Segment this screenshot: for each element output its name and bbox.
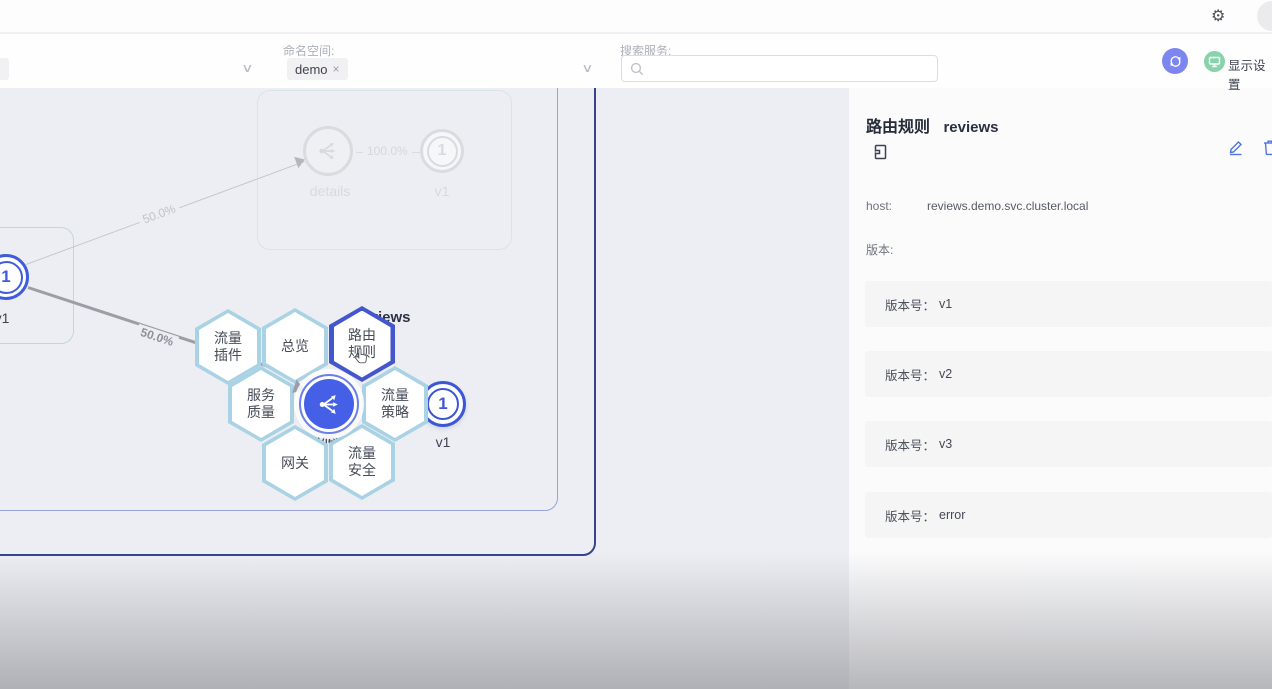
host-row: host: reviews.demo.svc.cluster.local — [866, 199, 892, 213]
traffic-split-icon — [316, 139, 340, 163]
edit-pencil-icon[interactable] — [1227, 139, 1244, 156]
namespace-label: 命名空间: — [283, 42, 334, 59]
service-graph-canvas[interactable]: 100.0% 1 details v1 50.0% 50.0% 1 v1 — [0, 88, 849, 689]
node-label-details: details — [295, 183, 365, 199]
version-badge: 1 — [427, 136, 458, 167]
panel-title-text: 路由规则 — [866, 119, 930, 136]
traffic-split-icon — [316, 391, 343, 418]
version-field-label: 版本号： — [885, 506, 935, 525]
routing-rules-panel: 路由规则 reviews host: reviews.demo.svc.clus… — [849, 88, 1272, 689]
cut-filter-chip[interactable]: × — [0, 58, 9, 80]
version-badge: 1 — [427, 388, 459, 420]
search-icon — [630, 62, 644, 76]
version-field-label: 版本号： — [885, 365, 935, 384]
search-box[interactable] — [621, 55, 938, 82]
version-card[interactable]: 版本号： error — [865, 492, 1272, 538]
panel-title: 路由规则 reviews — [866, 113, 999, 137]
reviews-service-node[interactable] — [299, 374, 359, 434]
version-card[interactable]: 版本号： v3 — [865, 421, 1272, 467]
refresh-icon — [1168, 54, 1183, 69]
versions-label: 版本: — [866, 241, 893, 258]
namespace-chip-text: demo — [295, 62, 328, 77]
details-group-box — [257, 90, 512, 250]
chevron-down-icon[interactable]: ∨ — [581, 61, 593, 75]
details-v1-node[interactable]: 1 — [420, 129, 464, 173]
namespace-chip-demo[interactable]: demo × — [287, 58, 348, 80]
host-value: reviews.demo.svc.cluster.local — [927, 199, 1088, 213]
refresh-button[interactable] — [1162, 48, 1188, 74]
version-value: v3 — [939, 437, 952, 451]
gear-icon[interactable]: ⚙ — [1211, 6, 1225, 26]
menu-item-label: 流量 插件 — [214, 330, 242, 364]
yaml-file-icon[interactable] — [872, 143, 889, 161]
edge-label: 100.0% — [363, 144, 412, 158]
delete-trash-icon[interactable] — [1262, 139, 1272, 156]
version-badge: 1 — [0, 261, 23, 294]
node-label-v1: v1 — [0, 310, 22, 326]
display-settings-button[interactable] — [1204, 51, 1225, 72]
version-value: v2 — [939, 367, 952, 381]
display-settings-label[interactable]: 显示设置 — [1228, 55, 1272, 93]
version-card[interactable]: 版本号： v1 — [865, 281, 1272, 327]
menu-item-label: 总览 — [281, 338, 309, 355]
version-value: error — [939, 508, 965, 522]
version-field-label: 版本号： — [885, 435, 935, 454]
search-input[interactable] — [650, 60, 937, 77]
hand-cursor-icon — [352, 346, 371, 367]
corner-avatar-circle — [1257, 1, 1272, 31]
panel-title-service: reviews — [943, 119, 998, 136]
service-node-circle — [304, 379, 354, 429]
menu-item-label: 流量 策略 — [381, 387, 409, 421]
menu-item-label: 服务 质量 — [247, 387, 275, 421]
chevron-down-icon[interactable]: ∨ — [241, 61, 253, 75]
menu-item-label: 流量 安全 — [348, 445, 376, 479]
top-bar: ⚙ — [0, 0, 1272, 33]
details-service-node[interactable] — [303, 126, 353, 176]
close-icon[interactable]: × — [0, 63, 1, 75]
monitor-icon — [1208, 56, 1221, 68]
version-card[interactable]: 版本号： v2 — [865, 351, 1272, 397]
menu-item-label: 网关 — [281, 455, 309, 472]
filter-toolbar: × ∨ 命名空间: demo × ∨ 搜索服务: 显示设置 — [0, 34, 1272, 88]
node-label-v1: v1 — [422, 183, 462, 199]
close-icon[interactable]: × — [333, 63, 340, 75]
host-label: host: — [866, 199, 892, 213]
version-field-label: 版本号： — [885, 295, 935, 314]
node-label-v1: v1 — [423, 434, 463, 450]
version-value: v1 — [939, 297, 952, 311]
